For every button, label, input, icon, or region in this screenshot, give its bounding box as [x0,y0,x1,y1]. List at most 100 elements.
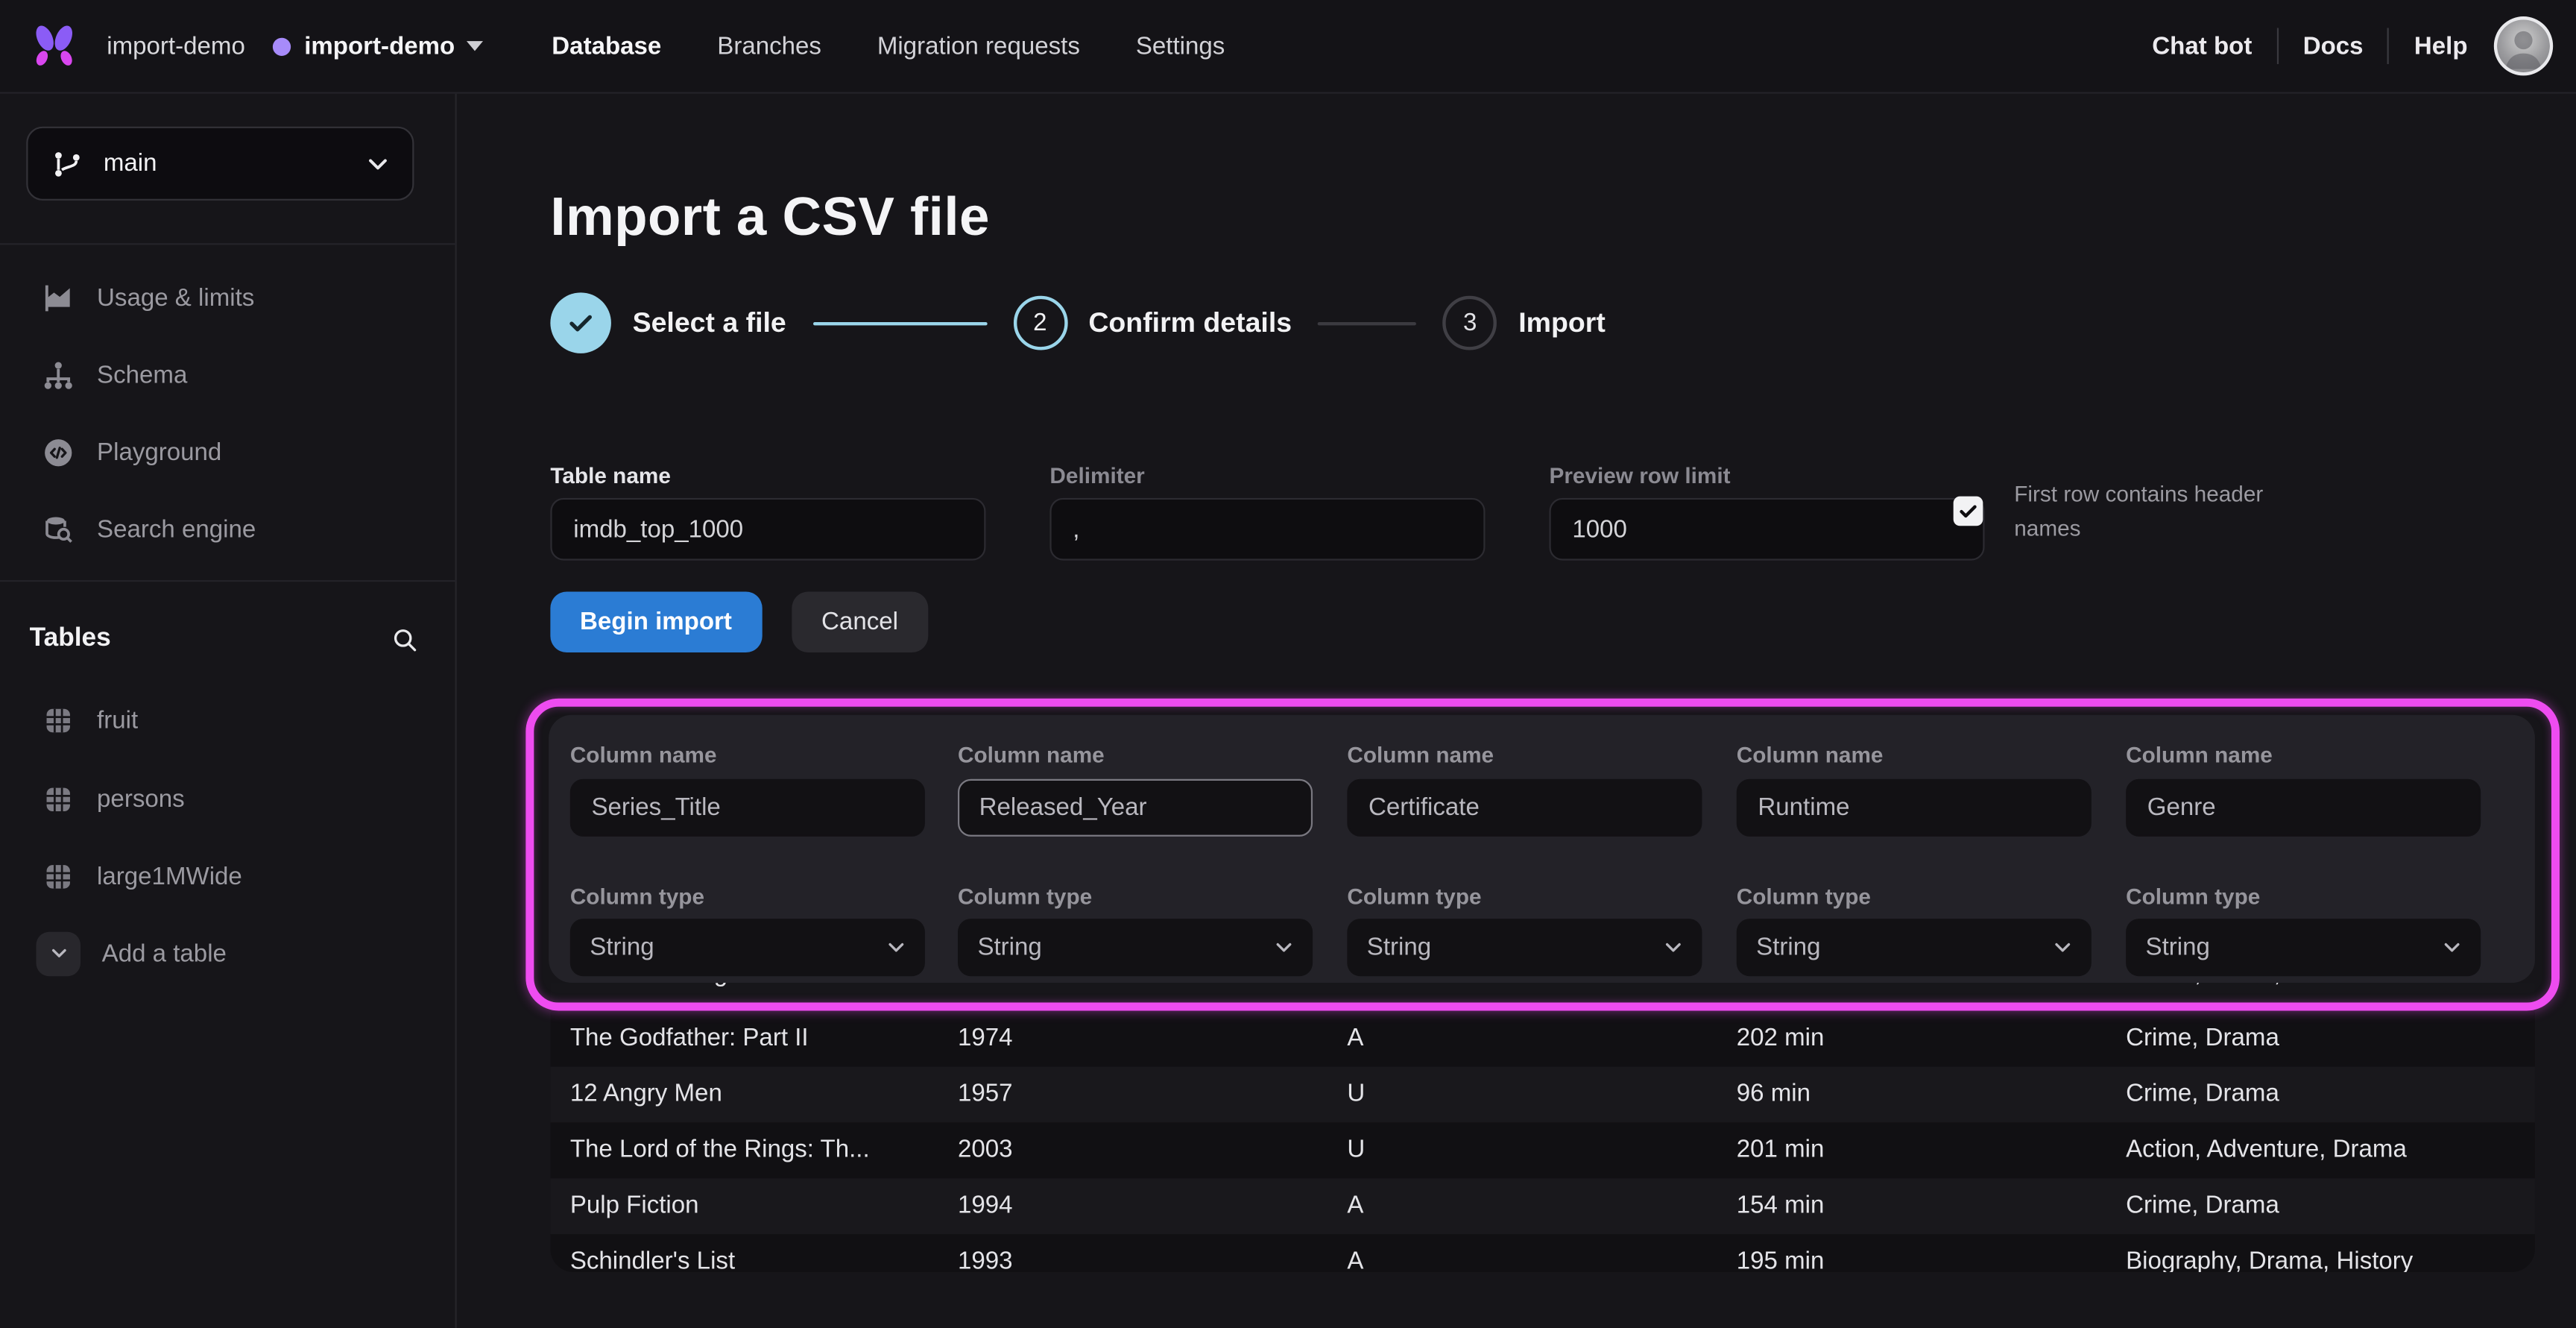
chevron-down-icon [47,942,70,965]
cell-series-title: The Dark Knight [570,983,958,1002]
chart-icon [41,280,75,315]
database-caret-down-icon[interactable] [467,41,483,51]
tab-migration-requests[interactable]: Migration requests [877,32,1080,60]
table-row: The Lord of the Rings: Th... 2003 U 201 … [550,1122,2535,1178]
chevron-down-icon [884,935,909,960]
column-type-select[interactable]: String [958,919,1313,976]
column-name-labels: Column name Column name Column name Colu… [549,743,2535,767]
database-name[interactable]: import-demo [304,32,455,60]
sidebar-item-schema[interactable]: Schema [0,340,457,409]
cell-genre: Biography, Drama, History [2126,1234,2535,1272]
sidebar-table-large1mwide[interactable]: large1MWide [0,843,457,909]
step-connector-done [812,321,987,324]
sidebar-item-usage-limits[interactable]: Usage & limits [0,263,457,333]
column-type-select[interactable]: String [1347,919,1702,976]
cell-released-year: 2008 [958,983,1347,1002]
column-type-label: Column type [570,884,958,909]
chevron-down-icon [2051,935,2075,960]
avatar-silhouette-icon [2497,19,2550,72]
sidebar-item-search-engine[interactable]: Search engine [0,494,457,564]
branch-selector[interactable]: main [26,127,414,201]
column-name-input-genre[interactable] [2126,779,2481,837]
chat-bot-link[interactable]: Chat bot [2152,32,2252,60]
column-type-labels: Column type Column type Column type Colu… [549,884,2535,909]
column-name-input-series-title[interactable] [570,779,925,837]
tab-branches[interactable]: Branches [717,32,821,60]
chevron-down-button[interactable] [36,931,80,976]
divider [0,580,457,582]
tab-database[interactable]: Database [552,32,661,60]
xata-logo-icon[interactable] [30,24,79,69]
chevron-down-icon [363,148,393,178]
column-name-label: Column name [958,743,1347,767]
column-name-input-runtime[interactable] [1737,779,2092,837]
user-avatar[interactable] [2494,16,2553,75]
sidebar-item-label: Schema [97,361,187,388]
add-table-button[interactable]: Add a table [0,920,457,986]
help-link[interactable]: Help [2414,32,2468,60]
docs-link[interactable]: Docs [2303,32,2364,60]
sidebar-item-playground[interactable]: Playground [0,418,457,487]
step-2-circle: 2 [1013,296,1067,350]
cancel-button[interactable]: Cancel [792,591,927,652]
git-branch-icon [51,147,83,180]
app-window: import-demo import-demo Database Branche… [0,0,2576,1328]
delimiter-input[interactable] [1049,498,1485,561]
column-type-select[interactable]: String [570,919,925,976]
first-row-header-label: First row contains header names [2014,476,2296,546]
branch-name: main [104,150,157,177]
column-name-input-certificate[interactable] [1347,779,1702,837]
sidebar-item-label: Usage & limits [97,283,254,311]
divider [2276,28,2278,63]
column-name-label: Column name [2126,743,2512,767]
table-row: Schindler's List 1993 A 195 min Biograph… [550,1234,2535,1272]
sidebar: main Usage & limits Schema [0,94,457,1328]
sidebar-table-persons[interactable]: persons [0,766,457,831]
cell-runtime: 154 min [1737,1178,2126,1234]
column-type-selects: String String String String String [549,919,2535,976]
cell-series-title: The Lord of the Rings: Th... [570,1122,958,1178]
cell-released-year: 1993 [958,1234,1347,1272]
cell-runtime: 96 min [1737,1066,2126,1122]
first-row-header-checkbox[interactable] [1954,497,1983,526]
table-row: 12 Angry Men 1957 U 96 min Crime, Drama [550,1066,2535,1122]
column-name-label: Column name [1347,743,1736,767]
cell-series-title: The Godfather: Part II [570,1011,958,1067]
cell-genre: Crime, Drama [2126,1066,2535,1122]
cell-certificate: A [1347,1178,1736,1234]
preview-row-limit-input[interactable] [1549,498,1984,561]
page-title: Import a CSV file [550,186,989,248]
tables-heading: Tables [30,625,111,655]
column-name-input-released-year[interactable] [958,779,1313,837]
schema-icon [41,357,75,391]
table-row: The Godfather: Part II 1974 A 202 min Cr… [550,1011,2535,1067]
delimiter-label: Delimiter [1049,464,1144,488]
cell-genre: Action, Adventure, Drama [2126,1122,2535,1178]
cell-released-year: 1974 [958,1011,1347,1067]
step-connector-todo [1318,321,1416,324]
csv-preview-table[interactable]: The Dark Knight 2008 UA 152 min Action, … [550,983,2535,1272]
tab-settings[interactable]: Settings [1136,32,1225,60]
database-search-icon [41,512,75,547]
cell-certificate: A [1347,1234,1736,1272]
sidebar-item-label: Search engine [97,515,256,543]
top-navigation: Database Branches Migration requests Set… [552,32,1225,60]
cell-certificate: UA [1347,983,1736,1002]
column-type-select[interactable]: String [2126,919,2481,976]
selected-type: String [2146,934,2210,961]
table-grid-icon [42,783,74,814]
cell-series-title: Pulp Fiction [570,1178,958,1234]
check-icon [1957,500,1980,523]
column-type-select[interactable]: String [1737,919,2092,976]
step-3-circle: 3 [1443,296,1497,350]
cell-runtime: 195 min [1737,1234,2126,1272]
table-row: Pulp Fiction 1994 A 154 min Crime, Drama [550,1178,2535,1234]
begin-import-button[interactable]: Begin import [550,591,761,652]
sidebar-table-fruit[interactable]: fruit [0,687,457,752]
table-name-input[interactable] [550,498,985,561]
cell-genre: Crime, Drama [2126,1178,2535,1234]
search-icon[interactable] [389,623,420,655]
topbar-right: Chat bot Docs Help [2152,16,2553,75]
column-name-label: Column name [1737,743,2126,767]
workspace-name[interactable]: import-demo [107,32,245,60]
